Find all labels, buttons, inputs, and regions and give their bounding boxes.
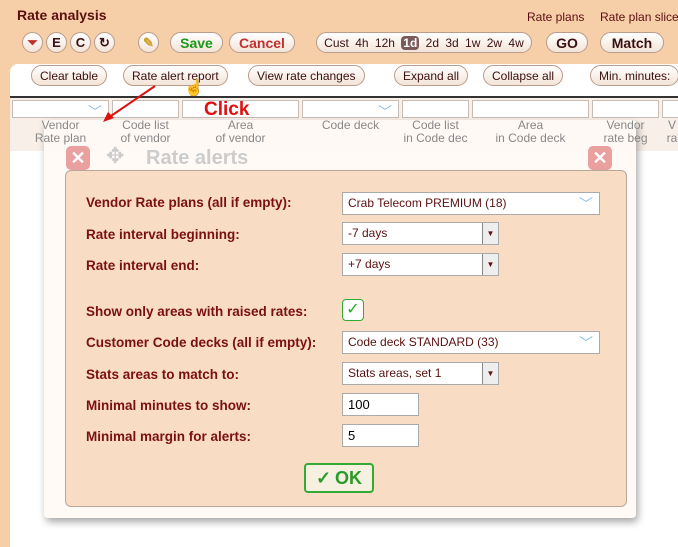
filter-vendor-rate-beg[interactable] <box>592 100 659 118</box>
code-decks-label: Customer Code decks (all if empty): <box>86 335 317 350</box>
cancel-button[interactable]: Cancel <box>229 32 295 53</box>
minimal-minutes-input[interactable]: 100 <box>342 393 419 416</box>
minimal-minutes-label: Minimal minutes to show: <box>86 398 252 413</box>
filter-clear-icon[interactable]: ⏷ <box>22 32 43 53</box>
col-vendor-rate-plan[interactable]: Vendor Rate plan <box>12 119 109 145</box>
rate-alert-report-button[interactable]: Rate alert report <box>123 65 228 86</box>
col-code-deck[interactable]: Code deck <box>302 119 399 132</box>
period-1d[interactable]: 1d <box>401 35 420 50</box>
dropdown-arrow-icon: ▼ <box>482 254 498 275</box>
rate-interval-beginning-label: Rate interval beginning: <box>86 227 240 242</box>
period-cust[interactable]: Cust <box>324 36 349 50</box>
dialog-title: Rate alerts <box>146 147 249 169</box>
save-button[interactable]: Save <box>170 32 223 53</box>
filter-col-8[interactable] <box>662 100 678 118</box>
pencil-icon[interactable]: ✎ <box>138 32 159 53</box>
period-2w[interactable]: 2w <box>487 36 502 50</box>
stats-areas-label: Stats areas to match to: <box>86 367 240 382</box>
rate-interval-end-select[interactable]: +7 days ▼ <box>342 253 499 276</box>
refresh-icon[interactable]: ↻ <box>94 32 115 53</box>
c-button[interactable]: C <box>70 32 91 53</box>
period-selector: Cust 4h 12h 1d 2d 3d 1w 2w 4w <box>316 32 532 53</box>
close-icon-right[interactable]: ✕ <box>588 146 612 170</box>
check-icon: ✓ <box>315 467 332 488</box>
e-button[interactable]: E <box>46 32 67 53</box>
min-minutes-label: Min. minutes: <box>590 65 678 86</box>
raised-rates-checkbox[interactable]: ✓ <box>342 299 364 321</box>
page-title: Rate analysis <box>17 7 107 23</box>
move-icon[interactable]: ✥ <box>106 144 124 168</box>
col-area-deck[interactable]: Area in Code deck <box>472 119 589 145</box>
clear-table-button[interactable]: Clear table <box>31 65 108 86</box>
dropdown-arrow-icon: ▼ <box>482 223 498 244</box>
filter-code-list-deck[interactable] <box>402 100 469 118</box>
vendor-rate-plans-label: Vendor Rate plans (all if empty): <box>86 195 292 210</box>
close-icon[interactable]: ✕ <box>66 146 90 170</box>
col-vendor-rate-beg[interactable]: Vendor rate beg <box>592 119 659 145</box>
period-4w[interactable]: 4w <box>508 36 523 50</box>
minimal-margin-input[interactable]: 5 <box>342 424 419 447</box>
col-area-vendor[interactable]: Area of vendor <box>182 119 299 145</box>
filter-area-deck[interactable] <box>472 100 589 118</box>
rate-interval-end-label: Rate interval end: <box>86 258 200 273</box>
dialog-form: Vendor Rate plans (all if empty): Crab T… <box>65 170 627 507</box>
link-rate-plan-slice[interactable]: Rate plan slice <box>600 10 678 24</box>
code-decks-select[interactable]: Code deck STANDARD (33) ﹀ <box>342 331 600 354</box>
collapse-all-button[interactable]: Collapse all <box>483 65 564 86</box>
stats-areas-select[interactable]: Stats areas, set 1 ▼ <box>342 362 499 385</box>
rate-alerts-dialog: ✕ ✥ Rate alerts ✕ Vendor Rate plans (all… <box>44 120 636 518</box>
col-8[interactable]: Vra <box>662 119 678 145</box>
rate-interval-beginning-select[interactable]: -7 days ▼ <box>342 222 499 245</box>
expand-all-button[interactable]: Expand all <box>394 65 469 86</box>
chevron-down-icon: ﹀ <box>579 196 593 212</box>
dropdown-arrow-icon: ▼ <box>482 363 498 384</box>
view-rate-changes-button[interactable]: View rate changes <box>248 65 365 86</box>
vendor-rate-plans-select[interactable]: Crab Telecom PREMIUM (18) ﹀ <box>342 192 600 215</box>
period-1w[interactable]: 1w <box>465 36 480 50</box>
filter-vendor-rate-plan[interactable]: ﹀ <box>12 100 109 120</box>
col-code-list-deck[interactable]: Code list in Code dec <box>402 119 469 145</box>
minimal-margin-label: Minimal margin for alerts: <box>86 429 252 444</box>
period-4h[interactable]: 4h <box>355 36 368 50</box>
chevron-down-icon: ﹀ <box>579 335 593 351</box>
filter-code-deck[interactable]: ﹀ <box>302 100 399 120</box>
match-button[interactable]: Match <box>600 32 664 53</box>
period-12h[interactable]: 12h <box>375 36 395 50</box>
click-annotation: Click <box>204 99 250 120</box>
hand-cursor-icon: ☝ <box>184 80 204 97</box>
link-rate-plans[interactable]: Rate plans <box>527 10 584 24</box>
arrow-annotation-icon <box>103 85 156 122</box>
period-3d[interactable]: 3d <box>445 36 458 50</box>
ok-button[interactable]: ✓ OK <box>304 463 374 493</box>
period-2d[interactable]: 2d <box>426 36 439 50</box>
raised-rates-label: Show only areas with raised rates: <box>86 304 308 319</box>
go-button[interactable]: GO <box>546 32 588 53</box>
